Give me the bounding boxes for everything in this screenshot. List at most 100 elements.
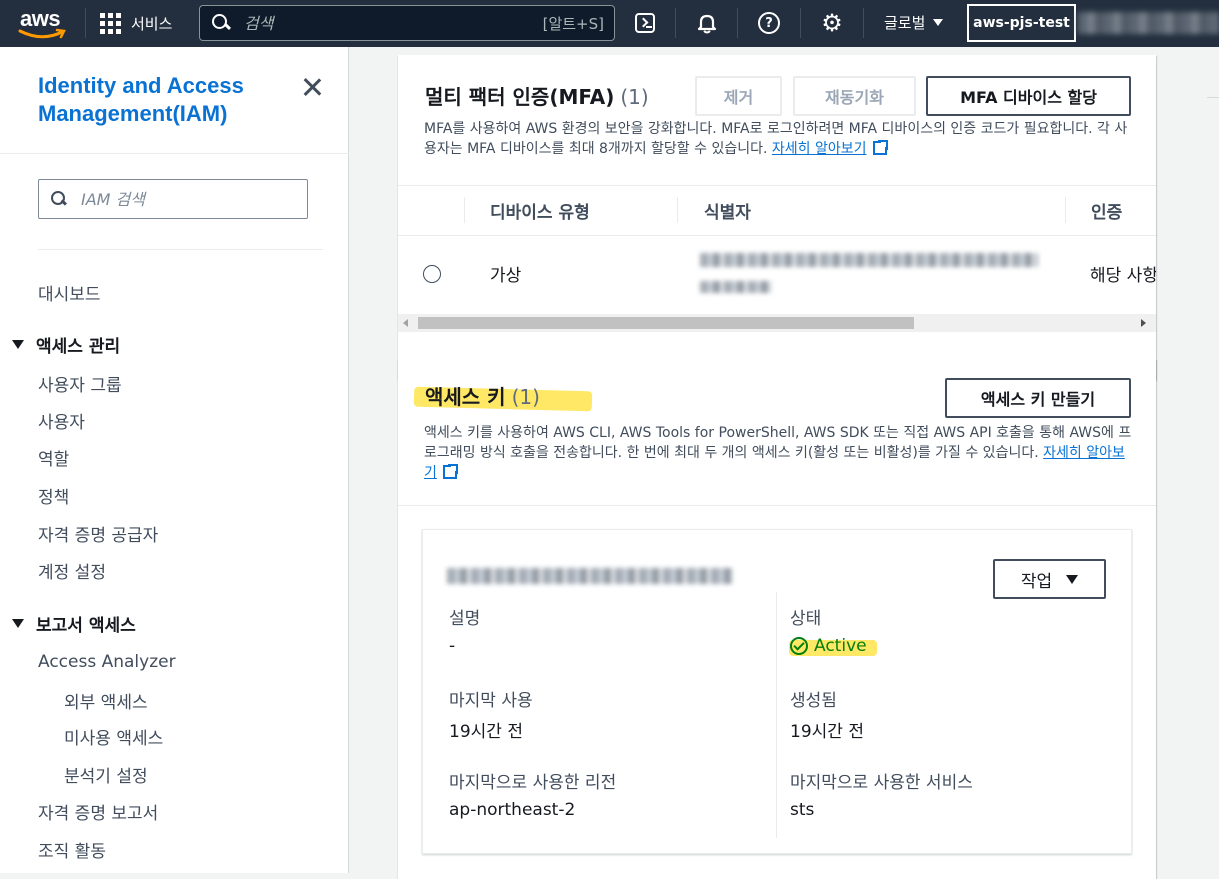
access-key-card: 작업 설명 - 상태 Active 마지막 사용 19시간 전 생성됨 19시간… [422, 529, 1132, 854]
access-keys-count: (1) [511, 385, 540, 409]
sidebar-item-external-access[interactable]: 외부 액세스 [64, 688, 148, 713]
last-service-label: 마지막으로 사용한 서비스 [790, 773, 973, 793]
divider [0, 153, 349, 154]
redacted-access-key-id [447, 568, 733, 584]
mfa-description: MFA를 사용하여 AWS 환경의 보안을 강화합니다. MFA로 로그인하려면… [424, 119, 1134, 159]
sidebar-item-credential-report[interactable]: 자격 증명 보고서 [38, 799, 158, 824]
sidebar-item-user-groups[interactable]: 사용자 그룹 [38, 371, 122, 396]
status-badge: Active [790, 636, 867, 656]
access-keys-description: 액세스 키를 사용하여 AWS CLI, AWS Tools for Power… [424, 423, 1134, 483]
mfa-count: (1) [620, 85, 649, 109]
mfa-panel: 멀티 팩터 인증(MFA) (1) 제거 재동기화 MFA 디바이스 할당 MFA… [398, 55, 1156, 380]
actions-label: 작업 [1020, 571, 1053, 592]
sidebar-item-dashboard[interactable]: 대시보드 [38, 280, 101, 305]
divider [737, 8, 738, 38]
global-search-input[interactable] [244, 13, 543, 33]
sidebar-item-account-settings[interactable]: 계정 설정 [38, 558, 106, 583]
sidebar-section-access-management[interactable]: 액세스 관리 [12, 332, 120, 357]
description-value: - [449, 636, 456, 656]
region-selector[interactable]: 글로벌 [884, 12, 944, 33]
external-link-icon [442, 463, 459, 479]
access-keys-panel: 액세스 키 (1) 액세스 키 만들기 액세스 키를 사용하여 AWS CLI, … [398, 359, 1156, 879]
redacted-identifier [700, 253, 1038, 267]
caret-down-icon [933, 19, 944, 26]
search-icon [49, 189, 69, 209]
mfa-auth-value: 해당 사항 [1090, 266, 1156, 286]
sidebar-item-access-analyzer[interactable]: Access Analyzer [38, 652, 176, 672]
global-search[interactable]: [알트+S] [199, 5, 615, 41]
column-header-identifier[interactable]: 식별자 [704, 198, 751, 223]
help-button[interactable]: ? [757, 11, 781, 35]
mfa-title: 멀티 팩터 인증(MFA) (1) [425, 81, 649, 110]
cloudshell-button[interactable] [633, 11, 657, 35]
column-header-device-type[interactable]: 디바이스 유형 [490, 198, 590, 223]
last-region-label: 마지막으로 사용한 리전 [449, 773, 617, 793]
access-keys-title-text: 액세스 키 [425, 385, 506, 409]
create-access-key-button[interactable]: 액세스 키 만들기 [945, 378, 1131, 418]
notifications-button[interactable] [695, 11, 719, 35]
sidebar-item-roles[interactable]: 역할 [38, 445, 69, 470]
remove-mfa-button[interactable]: 제거 [695, 76, 782, 116]
scroll-right-icon[interactable] [1141, 319, 1146, 327]
actions-dropdown-button[interactable]: 작업 [993, 559, 1106, 599]
settings-button[interactable]: ⚙ [820, 11, 844, 35]
bell-icon [697, 14, 717, 34]
cloudshell-icon [635, 13, 655, 33]
last-region-value: ap-northeast-2 [449, 800, 576, 820]
search-shortcut: [알트+S] [542, 14, 604, 33]
caret-down-icon [1066, 574, 1079, 584]
column-separator [776, 592, 777, 838]
services-menu-button[interactable]: 서비스 [100, 10, 172, 36]
top-navigation: aws 서비스 [알트+S] ? ⚙ 글로벌 aws-pjs-test [0, 0, 1219, 47]
sidebar-item-users[interactable]: 사용자 [38, 408, 85, 433]
access-keys-title: 액세스 키 (1) [425, 381, 540, 410]
column-header-auth[interactable]: 인증 [1091, 198, 1122, 223]
created-value: 19시간 전 [790, 722, 864, 742]
sidebar-item-analyzer-settings[interactable]: 분석기 설정 [64, 762, 148, 787]
main-content: 멀티 팩터 인증(MFA) (1) 제거 재동기화 MFA 디바이스 할당 MFA… [349, 47, 1219, 879]
iam-search[interactable] [38, 179, 308, 219]
sidebar-title[interactable]: Identity and Access Management(IAM) [38, 72, 278, 128]
divider [398, 185, 1156, 186]
scrollbar-thumb[interactable] [418, 317, 914, 329]
scroll-left-icon[interactable] [403, 319, 408, 327]
divider [38, 249, 323, 250]
created-label: 생성됨 [790, 691, 837, 711]
divider [398, 505, 1156, 506]
horizontal-scrollbar[interactable] [398, 314, 1156, 332]
mfa-row-radio[interactable] [423, 265, 441, 283]
aws-logo[interactable]: aws [14, 6, 76, 40]
last-service-value: sts [790, 800, 815, 820]
success-check-icon [790, 637, 808, 655]
divider [85, 8, 86, 38]
external-link-icon [872, 139, 889, 155]
sidebar-section-access-reports[interactable]: 보고서 액세스 [12, 611, 136, 636]
description-label: 설명 [449, 609, 481, 629]
sidebar-item-policies[interactable]: 정책 [38, 483, 69, 508]
status-label: 상태 [790, 609, 822, 629]
assign-mfa-device-button[interactable]: MFA 디바이스 할당 [926, 76, 1131, 116]
last-used-value: 19시간 전 [449, 722, 523, 742]
section-label: 보고서 액세스 [36, 616, 136, 636]
caret-down-icon [12, 340, 24, 349]
caret-down-icon [12, 619, 24, 628]
close-sidebar-icon[interactable] [300, 75, 324, 99]
account-menu-button[interactable]: aws-pjs-test [967, 4, 1076, 42]
gear-icon: ⚙ [821, 9, 843, 37]
divider [800, 8, 801, 38]
access-keys-description-text: 액세스 키를 사용하여 AWS CLI, AWS Tools for Power… [424, 425, 1132, 461]
sidebar-item-organization-activity[interactable]: 조직 활동 [38, 837, 106, 862]
redacted-identifier [700, 281, 772, 293]
mfa-learn-more-link[interactable]: 자세히 알아보기 [772, 141, 867, 157]
divider [863, 8, 864, 38]
sidebar-item-unused-access[interactable]: 미사용 액세스 [64, 724, 163, 749]
divider [675, 8, 676, 38]
account-label: aws-pjs-test [973, 15, 1070, 31]
iam-search-input[interactable] [81, 189, 297, 209]
resync-mfa-button[interactable]: 재동기화 [793, 76, 916, 116]
redacted-account-id [1078, 12, 1219, 34]
sidebar-item-identity-providers[interactable]: 자격 증명 공급자 [38, 521, 158, 546]
sidebar: Identity and Access Management(IAM) 대시보드… [0, 47, 349, 873]
column-separator [464, 197, 465, 223]
last-used-label: 마지막 사용 [449, 691, 533, 711]
